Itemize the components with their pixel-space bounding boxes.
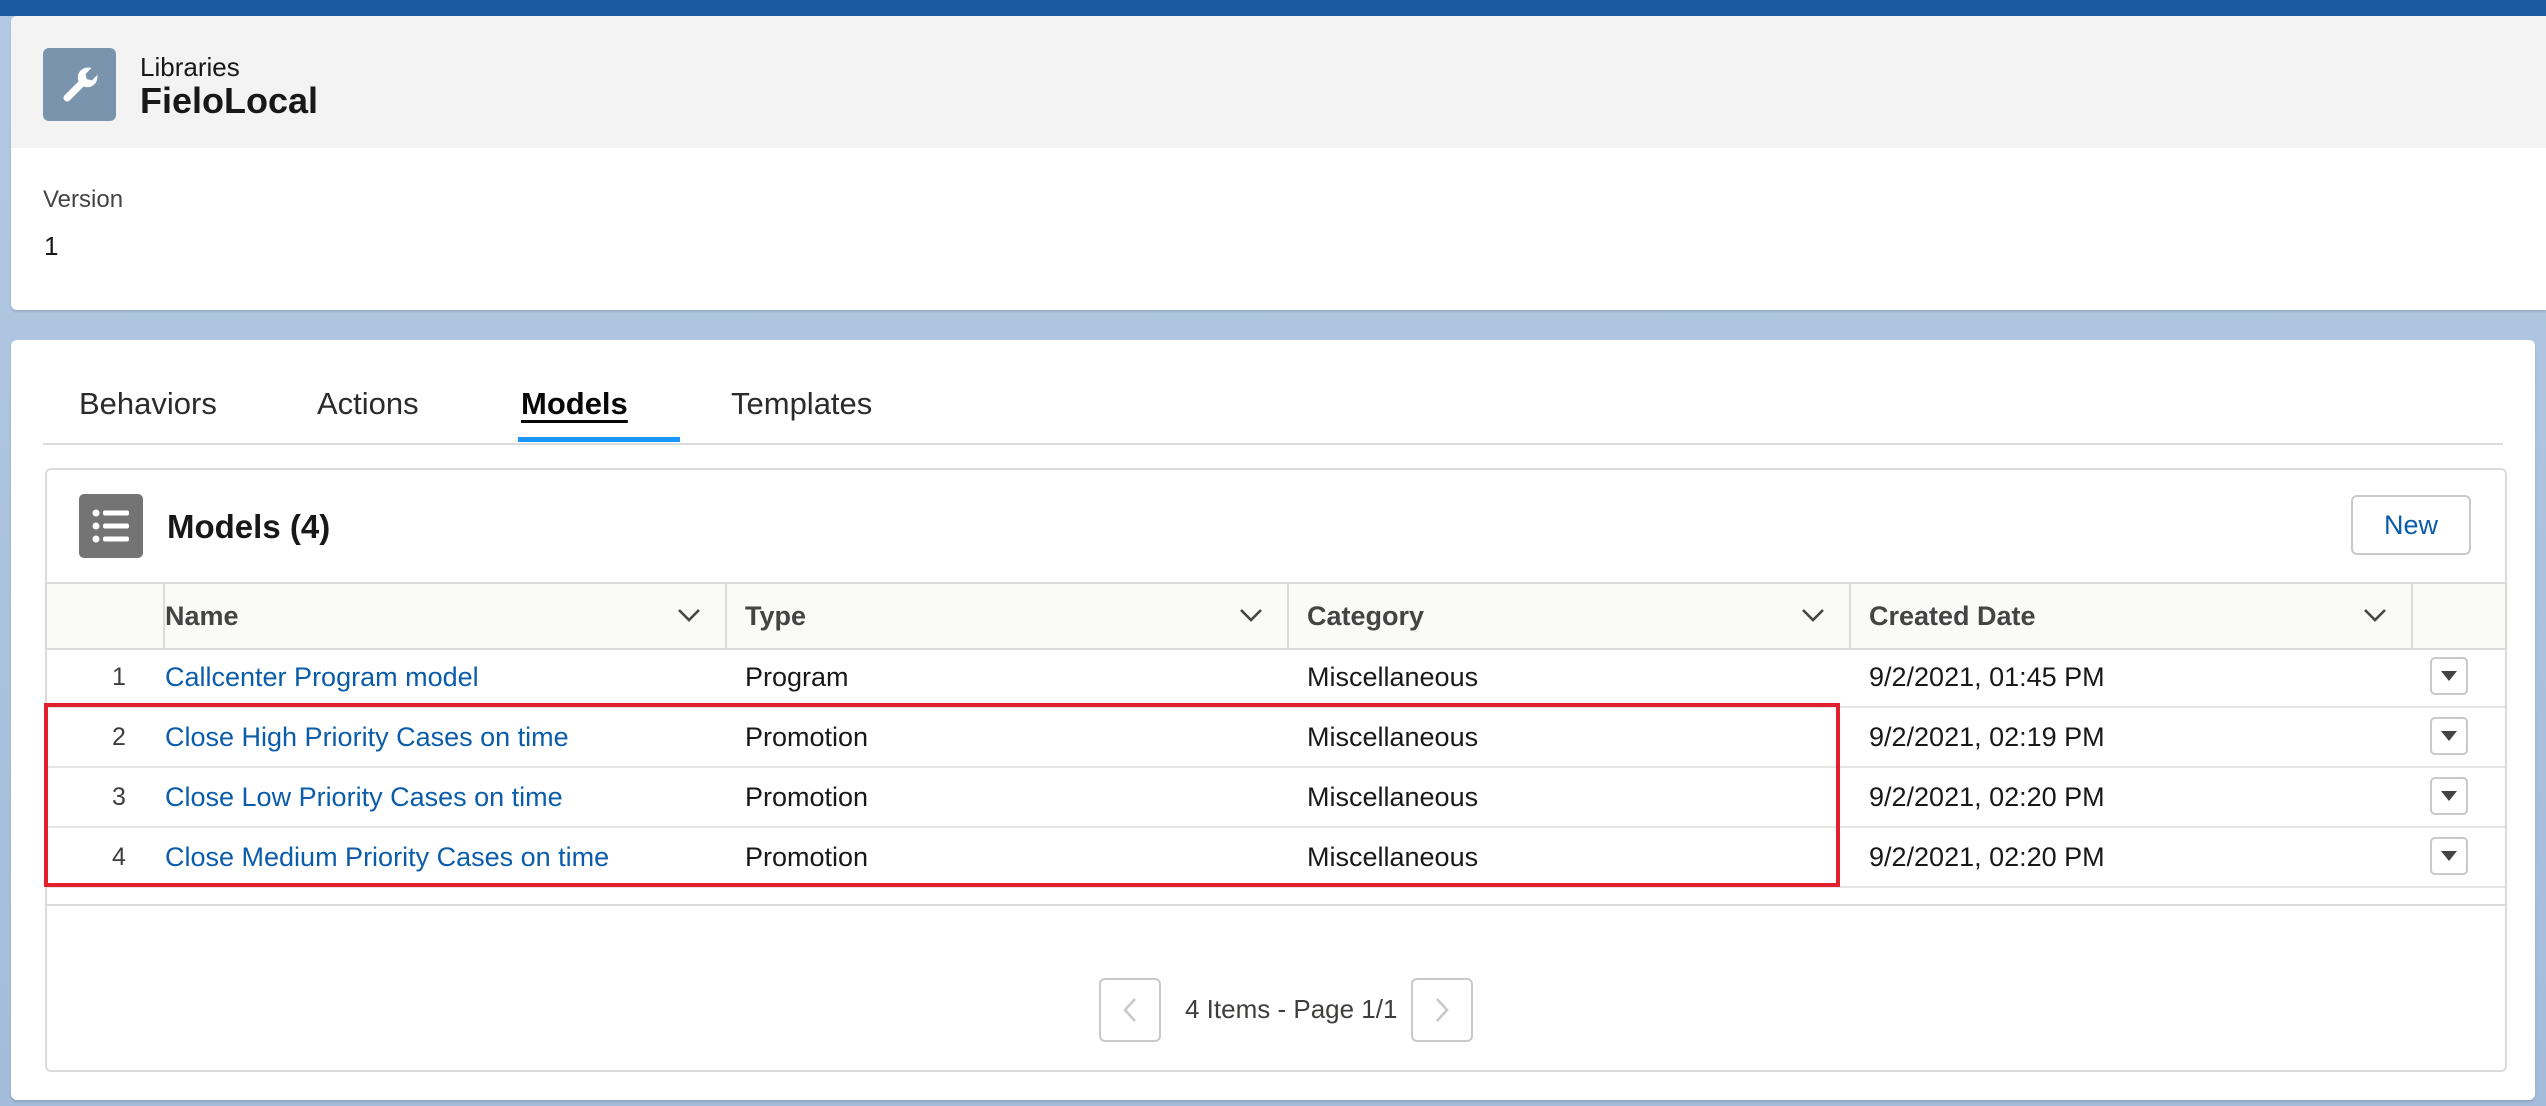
tab-behaviors[interactable]: Behaviors [79,386,217,422]
model-created-date: 9/2/2021, 02:19 PM [1869,721,2105,752]
row-number: 2 [112,722,126,751]
column-header-created-date[interactable]: Created Date [1851,584,2413,648]
header-highlight-panel [11,16,2546,148]
chevron-down-icon[interactable] [1239,606,1263,624]
column-label-created-date: Created Date [1869,600,2036,631]
model-category: Miscellaneous [1307,841,1479,872]
model-type: Promotion [745,841,869,872]
row-actions-button[interactable] [2430,837,2468,875]
list-icon [79,494,143,558]
column-label-category: Category [1307,600,1425,631]
column-header-type[interactable]: Type [727,584,1289,648]
row-number: 4 [112,842,126,871]
column-label-type: Type [745,600,807,631]
table-row: 3 Close Low Priority Cases on time Promo… [47,768,2505,828]
chevron-left-icon [1123,998,1136,1022]
models-related-list: Models (4) New Name Type Category Create… [45,468,2507,1072]
row-number: 3 [112,782,126,811]
row-actions-button[interactable] [2430,777,2468,815]
object-type-label: Libraries [140,52,240,82]
pagination-status: 4 Items - Page 1/1 [1185,994,1398,1024]
model-type: Promotion [745,721,869,752]
model-category: Miscellaneous [1307,661,1479,692]
row-number: 1 [112,662,126,691]
version-field-value: 1 [44,231,59,261]
model-name-link[interactable]: Callcenter Program model [165,648,479,706]
row-actions-button[interactable] [2430,717,2468,755]
actions-header [2413,584,2505,648]
model-category: Miscellaneous [1307,781,1479,812]
chevron-down-icon[interactable] [2363,606,2387,624]
chevron-down-icon[interactable] [1801,606,1825,624]
row-actions-button[interactable] [2430,657,2468,695]
column-label-name: Name [165,600,239,631]
model-name-link[interactable]: Close High Priority Cases on time [165,708,569,766]
version-field-label: Version [43,186,124,213]
chevron-down-icon[interactable] [677,606,701,624]
table-bottom-divider [47,904,2505,906]
column-header-category[interactable]: Category [1289,584,1851,648]
table-header: Name Type Category Created Date [47,582,2505,650]
table-row: 4 Close Medium Priority Cases on time Pr… [47,828,2505,888]
related-tabs-card: Behaviors Actions Models Templates Model… [11,340,2535,1100]
tab-actions[interactable]: Actions [317,386,419,422]
caret-down-icon [2441,851,2457,861]
model-type: Program [745,661,849,692]
model-category: Miscellaneous [1307,721,1479,752]
chevron-right-icon [1436,998,1449,1022]
related-list-title: Models (4) [167,508,331,545]
model-created-date: 9/2/2021, 01:45 PM [1869,661,2105,692]
record-header: Libraries FieloLocal Version 1 [11,16,2546,310]
model-name-link[interactable]: Close Medium Priority Cases on time [165,828,609,886]
caret-down-icon [2441,671,2457,681]
model-created-date: 9/2/2021, 02:20 PM [1869,841,2105,872]
wrench-icon [43,48,116,121]
tab-templates[interactable]: Templates [731,386,872,422]
row-number-header [47,584,165,648]
model-created-date: 9/2/2021, 02:20 PM [1869,781,2105,812]
caret-down-icon [2441,791,2457,801]
model-name-link[interactable]: Close Low Priority Cases on time [165,768,563,826]
record-title: FieloLocal [140,80,319,121]
active-tab-indicator [518,437,680,442]
next-page-button[interactable] [1411,978,1473,1042]
previous-page-button[interactable] [1099,978,1161,1042]
app-banner [0,0,2546,16]
table-row: 2 Close High Priority Cases on time Prom… [47,708,2505,768]
tab-bar: Behaviors Actions Models Templates [43,340,2503,445]
caret-down-icon [2441,731,2457,741]
tab-models[interactable]: Models [521,386,628,422]
model-type: Promotion [745,781,869,812]
column-header-name[interactable]: Name [165,584,727,648]
new-button[interactable]: New [2351,495,2471,555]
table-row: 1 Callcenter Program model Program Misce… [47,648,2505,708]
